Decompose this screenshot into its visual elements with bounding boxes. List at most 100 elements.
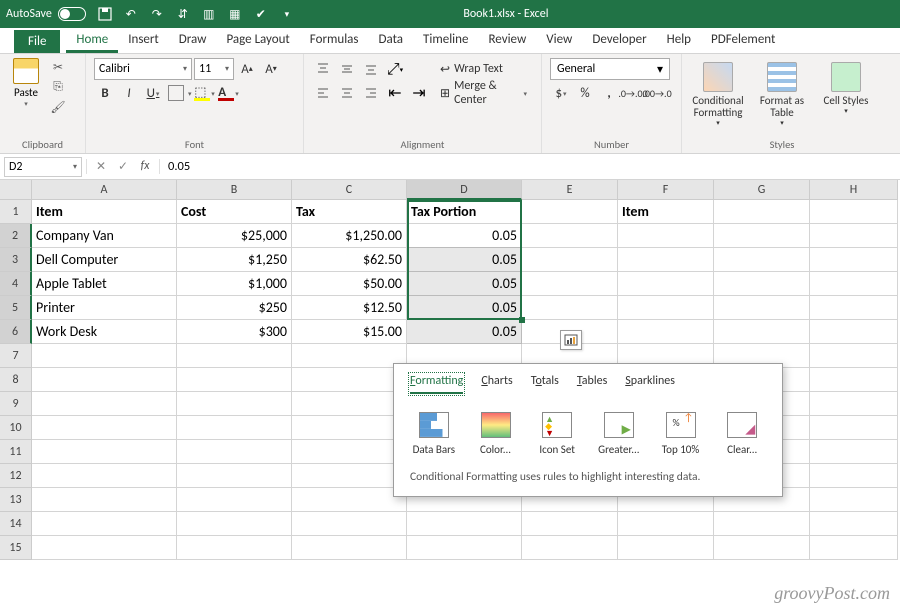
cell-A4[interactable]: Apple Tablet: [32, 272, 177, 296]
cell-A9[interactable]: [32, 392, 177, 416]
cell-F6[interactable]: [618, 320, 714, 344]
cell-D15[interactable]: [407, 536, 522, 560]
redo-icon[interactable]: ↷: [146, 3, 168, 25]
cell-B13[interactable]: [177, 488, 292, 512]
cell-A14[interactable]: [32, 512, 177, 536]
col-header-g[interactable]: G: [714, 180, 810, 200]
cell-B11[interactable]: [177, 440, 292, 464]
cell-C13[interactable]: [292, 488, 407, 512]
cell-F2[interactable]: [618, 224, 714, 248]
row-header[interactable]: 10: [0, 416, 32, 440]
row-header[interactable]: 5: [0, 296, 32, 320]
fill-handle[interactable]: [519, 317, 525, 323]
row-header[interactable]: 9: [0, 392, 32, 416]
tab-help[interactable]: Help: [657, 28, 701, 53]
cell-B9[interactable]: [177, 392, 292, 416]
border-button[interactable]: [168, 85, 184, 101]
cell-A2[interactable]: Company Van: [32, 224, 177, 248]
increase-indent-icon[interactable]: ⇥: [408, 82, 430, 104]
cell-A7[interactable]: [32, 344, 177, 368]
cell-C1[interactable]: Tax: [292, 200, 407, 224]
fx-icon[interactable]: fx: [135, 159, 155, 174]
popup-item-clear[interactable]: ◢Clear...: [718, 412, 766, 456]
cell-G14[interactable]: [714, 512, 810, 536]
cell-E5[interactable]: [522, 296, 618, 320]
currency-button[interactable]: $▾: [550, 82, 572, 104]
cell-C10[interactable]: [292, 416, 407, 440]
cut-icon[interactable]: ✂: [48, 58, 68, 76]
paste-button[interactable]: Paste ▾: [8, 58, 44, 108]
enter-icon[interactable]: ✓: [113, 159, 133, 174]
decrease-decimal-icon[interactable]: .00→.0: [646, 82, 668, 104]
cell-C15[interactable]: [292, 536, 407, 560]
cell-D2[interactable]: 0.05: [407, 224, 522, 248]
cell-A3[interactable]: Dell Computer: [32, 248, 177, 272]
merge-center-button[interactable]: ⊞Merge & Center ▾: [434, 82, 533, 104]
cell-B14[interactable]: [177, 512, 292, 536]
save-icon[interactable]: [94, 3, 116, 25]
cell-B4[interactable]: $1,000: [177, 272, 292, 296]
cell-G4[interactable]: [714, 272, 810, 296]
cancel-icon[interactable]: ✕: [91, 159, 111, 174]
increase-font-icon[interactable]: A▴: [236, 58, 258, 80]
cell-A10[interactable]: [32, 416, 177, 440]
cell-A11[interactable]: [32, 440, 177, 464]
cell-H13[interactable]: [810, 488, 898, 512]
tab-draw[interactable]: Draw: [169, 28, 217, 53]
row-header[interactable]: 7: [0, 344, 32, 368]
tab-view[interactable]: View: [536, 28, 582, 53]
align-top-icon[interactable]: [312, 58, 334, 80]
tab-review[interactable]: Review: [478, 28, 536, 53]
cell-E14[interactable]: [522, 512, 618, 536]
dropdown-icon[interactable]: ▾: [276, 3, 298, 25]
popup-tab-charts[interactable]: Charts: [481, 374, 512, 394]
cell-C12[interactable]: [292, 464, 407, 488]
cell-A1[interactable]: Item: [32, 200, 177, 224]
row-header[interactable]: 3: [0, 248, 32, 272]
spreadsheet-grid[interactable]: A B C D E F G H 1ItemCostTaxTax PortionI…: [0, 180, 900, 560]
col-header-c[interactable]: C: [292, 180, 407, 200]
tab-formulas[interactable]: Formulas: [300, 28, 369, 53]
cell-H5[interactable]: [810, 296, 898, 320]
cell-H9[interactable]: [810, 392, 898, 416]
cell-C9[interactable]: [292, 392, 407, 416]
tab-timeline[interactable]: Timeline: [413, 28, 478, 53]
col-header-a[interactable]: A: [32, 180, 177, 200]
cell-G5[interactable]: [714, 296, 810, 320]
align-middle-icon[interactable]: [336, 58, 358, 80]
cell-B10[interactable]: [177, 416, 292, 440]
cell-C6[interactable]: $15.00: [292, 320, 407, 344]
cell-G1[interactable]: [714, 200, 810, 224]
font-color-button[interactable]: A▾: [218, 82, 240, 104]
tab-pdfelement[interactable]: PDFelement: [701, 28, 785, 53]
cell-F14[interactable]: [618, 512, 714, 536]
copy-icon[interactable]: ⎘: [48, 78, 68, 96]
bold-button[interactable]: B: [94, 82, 116, 104]
cell-D5[interactable]: 0.05: [407, 296, 522, 320]
cell-B12[interactable]: [177, 464, 292, 488]
cell-E4[interactable]: [522, 272, 618, 296]
cell-H1[interactable]: [810, 200, 898, 224]
format-painter-icon[interactable]: 🖌: [48, 98, 68, 116]
align-right-icon[interactable]: [360, 82, 382, 104]
row-header[interactable]: 15: [0, 536, 32, 560]
row-header[interactable]: 11: [0, 440, 32, 464]
cell-H15[interactable]: [810, 536, 898, 560]
popup-item-greater-than[interactable]: ▶Greater...: [595, 412, 643, 456]
cell-H3[interactable]: [810, 248, 898, 272]
cell-E2[interactable]: [522, 224, 618, 248]
row-header[interactable]: 12: [0, 464, 32, 488]
sort-asc-icon[interactable]: ⇵: [172, 3, 194, 25]
decrease-indent-icon[interactable]: ⇤: [384, 82, 406, 104]
cell-A13[interactable]: [32, 488, 177, 512]
cell-B5[interactable]: $250: [177, 296, 292, 320]
cell-D1[interactable]: Tax Portion: [407, 200, 522, 224]
col-header-b[interactable]: B: [177, 180, 292, 200]
cell-C11[interactable]: [292, 440, 407, 464]
cell-C7[interactable]: [292, 344, 407, 368]
cell-H12[interactable]: [810, 464, 898, 488]
cell-H7[interactable]: [810, 344, 898, 368]
cell-F15[interactable]: [618, 536, 714, 560]
fill-color-button[interactable]: ⬚▾: [194, 82, 216, 104]
tab-insert[interactable]: Insert: [118, 28, 169, 53]
